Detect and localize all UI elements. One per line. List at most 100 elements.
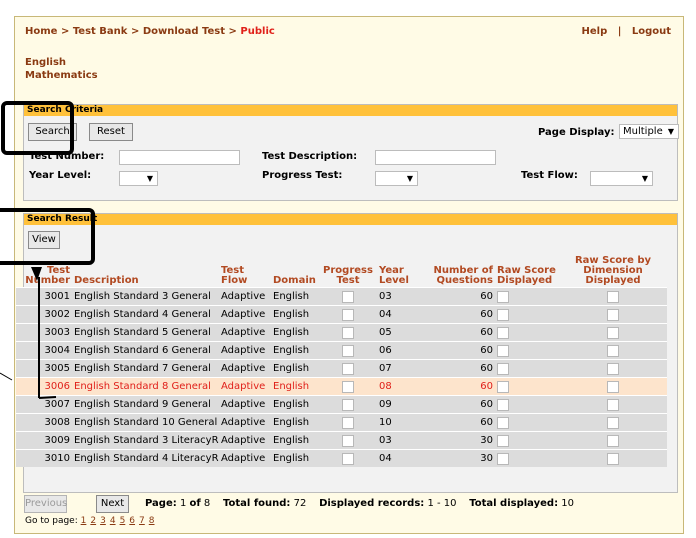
raw-score-checkbox[interactable] [497, 434, 509, 447]
table-row[interactable]: 3001 English Standard 3 General Adaptive En… [16, 287, 667, 306]
raw-score-checkbox[interactable] [497, 344, 509, 357]
progress-test-checkbox[interactable] [342, 362, 354, 375]
raw-score-checkbox[interactable] [497, 362, 509, 375]
progress-test-checkbox[interactable] [342, 380, 354, 393]
goto-page-link[interactable]: 7 [139, 516, 145, 526]
raw-score-checkbox[interactable] [497, 398, 509, 411]
table-row[interactable]: 3009 English Standard 3 LiteracyR Adaptive… [16, 431, 667, 450]
progress-test-checkbox[interactable] [342, 344, 354, 357]
questions-cell: 60 [425, 287, 495, 306]
raw-score-dimension-checkbox[interactable] [607, 416, 619, 429]
raw-score-checkbox[interactable] [497, 326, 509, 339]
of-label: of [189, 498, 201, 509]
year-level-select[interactable]: ▼ [119, 171, 158, 186]
annotation-arrow [0, 267, 57, 399]
progress-test-checkbox-cell [319, 323, 377, 342]
progress-test-checkbox[interactable] [342, 290, 354, 303]
questions-cell: 30 [425, 449, 495, 467]
raw-score-dimension-checkbox[interactable] [607, 290, 619, 303]
results-table: Test Number Description Test Flow Domain… [16, 256, 667, 467]
breadcrumb-separator: > [228, 26, 237, 37]
goto-page-link[interactable]: 1 [81, 516, 87, 526]
test-flow-select[interactable]: ▼ [590, 171, 653, 186]
progress-test-checkbox-cell [319, 359, 377, 378]
page-display-select[interactable]: Multiple ▼ [619, 124, 679, 139]
raw-score-checkbox[interactable] [497, 380, 509, 393]
test-flow-cell: Adaptive [219, 431, 271, 450]
table-row[interactable]: 3002 English Standard 4 General Adaptive En… [16, 305, 667, 324]
progress-test-checkbox[interactable] [342, 416, 354, 429]
previous-button[interactable]: Previous [24, 495, 67, 513]
raw-score-checkbox[interactable] [497, 290, 509, 303]
raw-score-dimension-checkbox[interactable] [607, 326, 619, 339]
col-header-raw-score-displayed[interactable]: Raw Score Displayed [495, 256, 559, 288]
progress-test-checkbox[interactable] [342, 434, 354, 447]
progress-test-checkbox-cell [319, 395, 377, 414]
displayed-records-value: 1 - 10 [427, 498, 457, 509]
domain-cell: English [271, 323, 319, 342]
goto-page-link[interactable]: 2 [90, 516, 96, 526]
goto-page-link[interactable]: 8 [149, 516, 155, 526]
col-header-raw-score-by-dimension[interactable]: Raw Score by Dimension Displayed [559, 256, 667, 288]
description-cell: English Standard 5 General [72, 323, 219, 342]
col-header-number-of-questions[interactable]: Number of Questions [425, 256, 495, 288]
raw-score-checkbox[interactable] [497, 416, 509, 429]
raw-score-dimension-checkbox[interactable] [607, 308, 619, 321]
raw-score-checkbox-cell [495, 323, 559, 342]
reset-button[interactable]: Reset [89, 123, 133, 141]
raw-score-checkbox[interactable] [497, 452, 509, 465]
raw-score-checkbox-cell [495, 431, 559, 450]
raw-score-dimension-checkbox[interactable] [607, 452, 619, 465]
test-description-input[interactable] [375, 150, 496, 165]
goto-page-link[interactable]: 4 [110, 516, 116, 526]
col-header-test-flow[interactable]: Test Flow [219, 256, 271, 288]
raw-score-checkbox[interactable] [497, 308, 509, 321]
questions-cell: 60 [425, 341, 495, 360]
breadcrumb-test-bank[interactable]: Test Bank [73, 26, 128, 37]
raw-score-dimension-checkbox[interactable] [607, 398, 619, 411]
page-label: Page: [145, 498, 177, 509]
table-row[interactable]: 3003 English Standard 5 General Adaptive En… [16, 323, 667, 342]
progress-test-checkbox[interactable] [342, 452, 354, 465]
breadcrumb-public: Public [240, 26, 275, 37]
raw-score-dimension-checkbox-cell [559, 323, 667, 342]
table-row[interactable]: 3006 English Standard 8 General Adaptive En… [16, 377, 667, 396]
raw-score-dimension-checkbox[interactable] [607, 344, 619, 357]
breadcrumb-home[interactable]: Home [25, 26, 57, 37]
table-row[interactable]: 3008 English Standard 10 General Adaptive E… [16, 413, 667, 432]
description-cell: English Standard 4 LiteracyR [72, 449, 219, 467]
table-row[interactable]: 3010 English Standard 4 LiteracyR Adaptive… [16, 449, 667, 467]
raw-score-dimension-checkbox-cell [559, 359, 667, 378]
goto-page-link[interactable]: 3 [100, 516, 106, 526]
next-button[interactable]: Next [96, 495, 129, 513]
test-flow-cell: Adaptive [219, 305, 271, 324]
table-row[interactable]: 3005 English Standard 7 General Adaptive En… [16, 359, 667, 378]
col-header-domain[interactable]: Domain [271, 256, 319, 288]
year-level-cell: 09 [377, 395, 425, 414]
search-result-title: Search Result [24, 214, 677, 225]
domain-cell: English [271, 449, 319, 467]
table-row[interactable]: 3007 English Standard 9 General Adaptive En… [16, 395, 667, 414]
breadcrumb: Home > Test Bank > Download Test > Publi… [25, 26, 675, 42]
progress-test-checkbox[interactable] [342, 326, 354, 339]
test-number-input[interactable] [119, 150, 240, 165]
goto-page-link[interactable]: 5 [120, 516, 126, 526]
page-display-label: Page Display: [538, 127, 615, 138]
raw-score-dimension-checkbox[interactable] [607, 434, 619, 447]
col-header-year-level[interactable]: Year Level [377, 256, 425, 288]
description-cell: English Standard 9 General [72, 395, 219, 414]
subject-link-english[interactable]: English [25, 57, 66, 68]
help-link[interactable]: Help [582, 26, 608, 37]
raw-score-dimension-checkbox[interactable] [607, 362, 619, 375]
domain-cell: English [271, 359, 319, 378]
logout-link[interactable]: Logout [632, 26, 671, 37]
progress-test-select[interactable]: ▼ [375, 171, 418, 186]
progress-test-checkbox[interactable] [342, 398, 354, 411]
table-row[interactable]: 3004 English Standard 6 General Adaptive En… [16, 341, 667, 360]
progress-test-checkbox[interactable] [342, 308, 354, 321]
raw-score-dimension-checkbox[interactable] [607, 380, 619, 393]
breadcrumb-download-test[interactable]: Download Test [143, 26, 225, 37]
subject-link-mathematics[interactable]: Mathematics [25, 70, 98, 81]
goto-page-link[interactable]: 6 [129, 516, 135, 526]
col-header-progress-test[interactable]: Progress Test [319, 256, 377, 288]
